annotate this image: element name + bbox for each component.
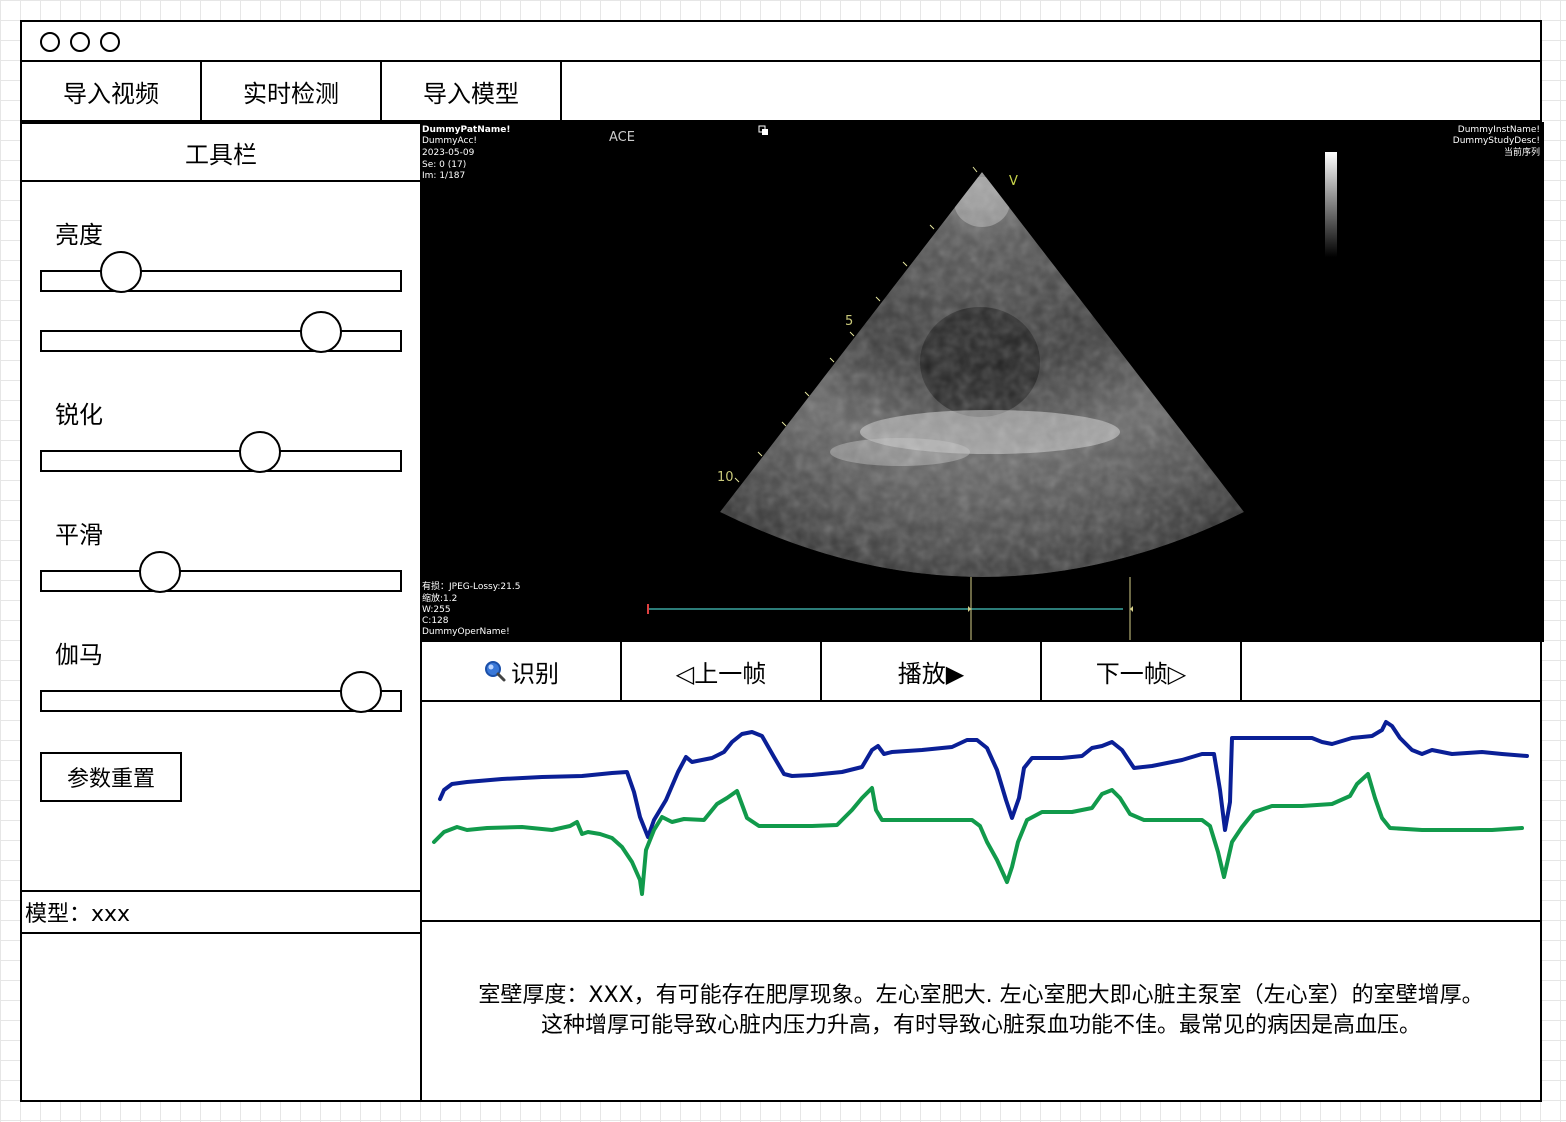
- window-center-info: C:128: [422, 616, 449, 626]
- prev-frame-button[interactable]: ◁上一帧: [622, 642, 822, 700]
- menu-bar: 导入视频 实时检测 导入模型: [20, 60, 1542, 122]
- reset-params-button[interactable]: 参数重置: [40, 752, 182, 802]
- tool-panel: [20, 122, 422, 1102]
- waveform-plot: [432, 720, 1529, 896]
- analysis-result: 室壁厚度：XXX，有可能存在肥厚现象。左心室肥大. 左心室肥大即心脏主泵室（左心…: [420, 920, 1542, 1102]
- next-frame-button[interactable]: 下一帧▷: [1042, 642, 1242, 700]
- slider-knob[interactable]: [300, 311, 343, 353]
- image-number: Im: 1/187: [422, 171, 466, 181]
- patient-name: DummyPatName!: [422, 125, 511, 135]
- brightness-slider-2[interactable]: [40, 311, 402, 353]
- compression-info: 有损：JPEG-Lossy:21.5: [422, 582, 521, 592]
- study-date: 2023-05-09: [422, 148, 475, 158]
- realtime-detect-button[interactable]: 实时检测: [202, 62, 382, 120]
- series-number: Se: 0 (17): [422, 160, 467, 170]
- slider-knob[interactable]: [99, 251, 142, 293]
- slider-knob[interactable]: [139, 551, 182, 593]
- import-video-button[interactable]: 导入视频: [22, 62, 202, 120]
- depth-marker-5: 5: [845, 314, 854, 329]
- window-control-close-icon[interactable]: [40, 32, 60, 52]
- zoom-info: 缩放:1.2: [422, 594, 458, 604]
- waveform-panel: [420, 700, 1542, 922]
- result-line-2: 这种增厚可能导致心脏内压力升高，有时导致心脏泵血功能不佳。最常见的病因是高血压。: [540, 1013, 1421, 1038]
- institution-name: DummyInstName!: [1457, 125, 1540, 135]
- window-control-minimize-icon[interactable]: [70, 32, 90, 52]
- brightness-slider-1[interactable]: [40, 251, 402, 293]
- smooth-slider[interactable]: [40, 551, 402, 593]
- magnifier-icon: [485, 661, 506, 682]
- operator-name: DummyOperName!: [422, 627, 510, 637]
- slider-knob[interactable]: [239, 431, 282, 473]
- sharpen-label: 锐化: [55, 401, 103, 429]
- accession-number: DummyAcc!: [422, 136, 477, 146]
- mode-label: ACE: [609, 130, 635, 145]
- identify-label: 识别: [511, 659, 559, 688]
- toolbar-title: 工具栏: [20, 122, 422, 182]
- window-control-maximize-icon[interactable]: [100, 32, 120, 52]
- sharpen-slider[interactable]: [40, 431, 402, 473]
- gamma-slider[interactable]: [40, 671, 402, 713]
- import-model-button[interactable]: 导入模型: [382, 62, 562, 120]
- slider-knob[interactable]: [339, 671, 382, 713]
- playback-control-bar: 识别 ◁上一帧 播放▶ 下一帧▷: [420, 640, 1542, 702]
- result-line-1: 室壁厚度：XXX，有可能存在肥厚现象。左心室肥大. 左心室肥大即心脏主泵室（左心…: [478, 983, 1484, 1008]
- study-description: DummyStudyDesc!: [1452, 136, 1540, 146]
- window-width-info: W:255: [422, 605, 451, 615]
- ultrasound-image: [647, 125, 1337, 640]
- model-label: 模型：xxx: [20, 890, 422, 934]
- gamma-label: 伽马: [55, 641, 103, 669]
- wave-green-line: [432, 772, 1524, 896]
- smooth-label: 平滑: [55, 521, 103, 549]
- identify-button[interactable]: 识别: [422, 642, 622, 700]
- current-series-label: 当前序列: [1503, 148, 1540, 158]
- title-bar: [20, 20, 1542, 62]
- play-button[interactable]: 播放▶: [822, 642, 1042, 700]
- depth-marker-10: 10: [717, 470, 734, 485]
- v-marker: V: [1009, 174, 1018, 189]
- ultrasound-viewer[interactable]: DummyPatName! DummyAcc! 2023-05-09 Se: 0…: [420, 122, 1544, 642]
- brightness-label: 亮度: [55, 221, 103, 249]
